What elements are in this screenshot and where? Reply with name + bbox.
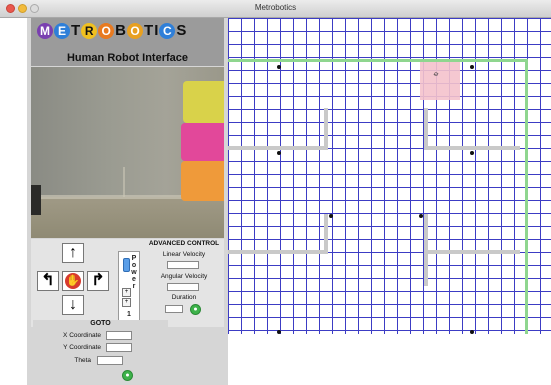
waypoint-marker[interactable] xyxy=(419,214,423,218)
advanced-go-button[interactable]: ● xyxy=(190,304,201,315)
header-panel: M E T R O B O T I C S Human Robot Interf… xyxy=(31,18,224,66)
turn-right-icon: ↱ xyxy=(91,272,105,289)
arrow-up-icon: ↑ xyxy=(69,244,77,261)
map-blank-area xyxy=(228,334,551,385)
waypoint-marker[interactable] xyxy=(277,65,281,69)
waypoint-marker[interactable] xyxy=(277,151,281,155)
logo-letter: T xyxy=(144,22,154,39)
path-line-top xyxy=(228,59,528,62)
camera-yellow-block xyxy=(183,81,224,123)
camera-dark-object xyxy=(31,185,41,215)
stop-button[interactable]: ✋ xyxy=(62,271,84,291)
linear-velocity-label: Linear Velocity xyxy=(162,251,206,258)
advanced-control-panel: ADVANCED CONTROL Linear Velocity Angular… xyxy=(144,239,224,327)
waypoint-marker[interactable] xyxy=(277,330,281,334)
waypoint-marker[interactable] xyxy=(470,151,474,155)
waypoint-marker[interactable] xyxy=(329,214,333,218)
map-wall xyxy=(424,146,520,150)
goto-title: GOTO xyxy=(90,320,111,327)
power-value: 1 xyxy=(127,311,131,318)
power-label: Power xyxy=(131,255,137,290)
logo-letter: B xyxy=(115,22,127,39)
arrow-up-button[interactable]: ↑ xyxy=(62,243,84,263)
camera-feed xyxy=(31,67,224,238)
app-subtitle: Human Robot Interface xyxy=(66,52,188,64)
y-coordinate-input[interactable] xyxy=(106,343,132,352)
arrow-down-button[interactable]: ↓ xyxy=(62,295,84,315)
drive-controls: ↑ ↰ ✋ ↱ ↓ Power + + 1 ADVANCED CONTROL L xyxy=(31,239,224,327)
theta-label: Theta xyxy=(74,357,91,364)
direction-pad: ↑ ↰ ✋ ↱ ↓ xyxy=(31,239,115,319)
stop-hand-icon: ✋ xyxy=(65,273,81,289)
logo-letter: T xyxy=(71,22,81,39)
logo-letter: O xyxy=(98,22,115,39)
go-icon: ● xyxy=(125,372,130,379)
power-increase-button[interactable]: + xyxy=(122,288,131,297)
camera-floor xyxy=(31,197,224,238)
path-line-right xyxy=(525,59,528,334)
duration-label: Duration xyxy=(171,294,197,301)
power-slider[interactable] xyxy=(123,258,130,272)
linear-velocity-input[interactable] xyxy=(167,261,199,269)
turn-left-button[interactable]: ↰ xyxy=(37,271,59,291)
map-wall xyxy=(228,250,328,254)
window-titlebar: Metrobotics xyxy=(0,0,551,18)
map-view[interactable]: ⌀ xyxy=(228,18,551,385)
map-wall xyxy=(228,146,328,150)
goto-go-button[interactable]: ● xyxy=(122,370,133,381)
logo-letter: E xyxy=(54,22,70,39)
map-wall xyxy=(324,214,328,254)
x-coordinate-input[interactable] xyxy=(106,331,132,340)
logo-letter: M xyxy=(37,22,53,39)
logo-letter: R xyxy=(81,22,98,39)
robot-zone xyxy=(420,62,460,100)
logo-letter: I xyxy=(154,22,159,39)
theta-input[interactable] xyxy=(97,356,123,365)
power-decrease-button[interactable]: + xyxy=(122,298,131,307)
map-wall xyxy=(324,108,328,148)
window-title: Metrobotics xyxy=(254,3,297,12)
x-coordinate-label: X Coordinate xyxy=(63,332,101,339)
logo-letter: S xyxy=(176,22,187,39)
power-control: Power + + 1 xyxy=(118,251,140,323)
angular-velocity-input[interactable] xyxy=(167,283,199,291)
duration-input[interactable] xyxy=(165,305,183,313)
camera-floor-mark xyxy=(123,167,125,197)
angular-velocity-label: Angular Velocity xyxy=(160,273,208,280)
camera-pink-block xyxy=(181,123,224,161)
goto-panel: GOTO X Coordinate Y Coordinate Theta ● xyxy=(33,320,168,385)
metrobotics-logo: M E T R O B O T I C S xyxy=(37,22,187,39)
waypoint-marker[interactable] xyxy=(470,330,474,334)
waypoint-marker[interactable] xyxy=(470,65,474,69)
camera-orange-block xyxy=(181,161,224,201)
map-wall xyxy=(424,108,428,148)
advanced-control-title: ADVANCED CONTROL xyxy=(148,240,220,247)
turn-left-icon: ↰ xyxy=(41,272,55,289)
y-coordinate-label: Y Coordinate xyxy=(63,344,101,351)
logo-letter: O xyxy=(127,22,144,39)
map-wall xyxy=(424,250,520,254)
go-icon: ● xyxy=(193,306,198,313)
arrow-down-icon: ↓ xyxy=(69,296,77,313)
turn-right-button[interactable]: ↱ xyxy=(87,271,109,291)
logo-letter: C xyxy=(159,22,176,39)
